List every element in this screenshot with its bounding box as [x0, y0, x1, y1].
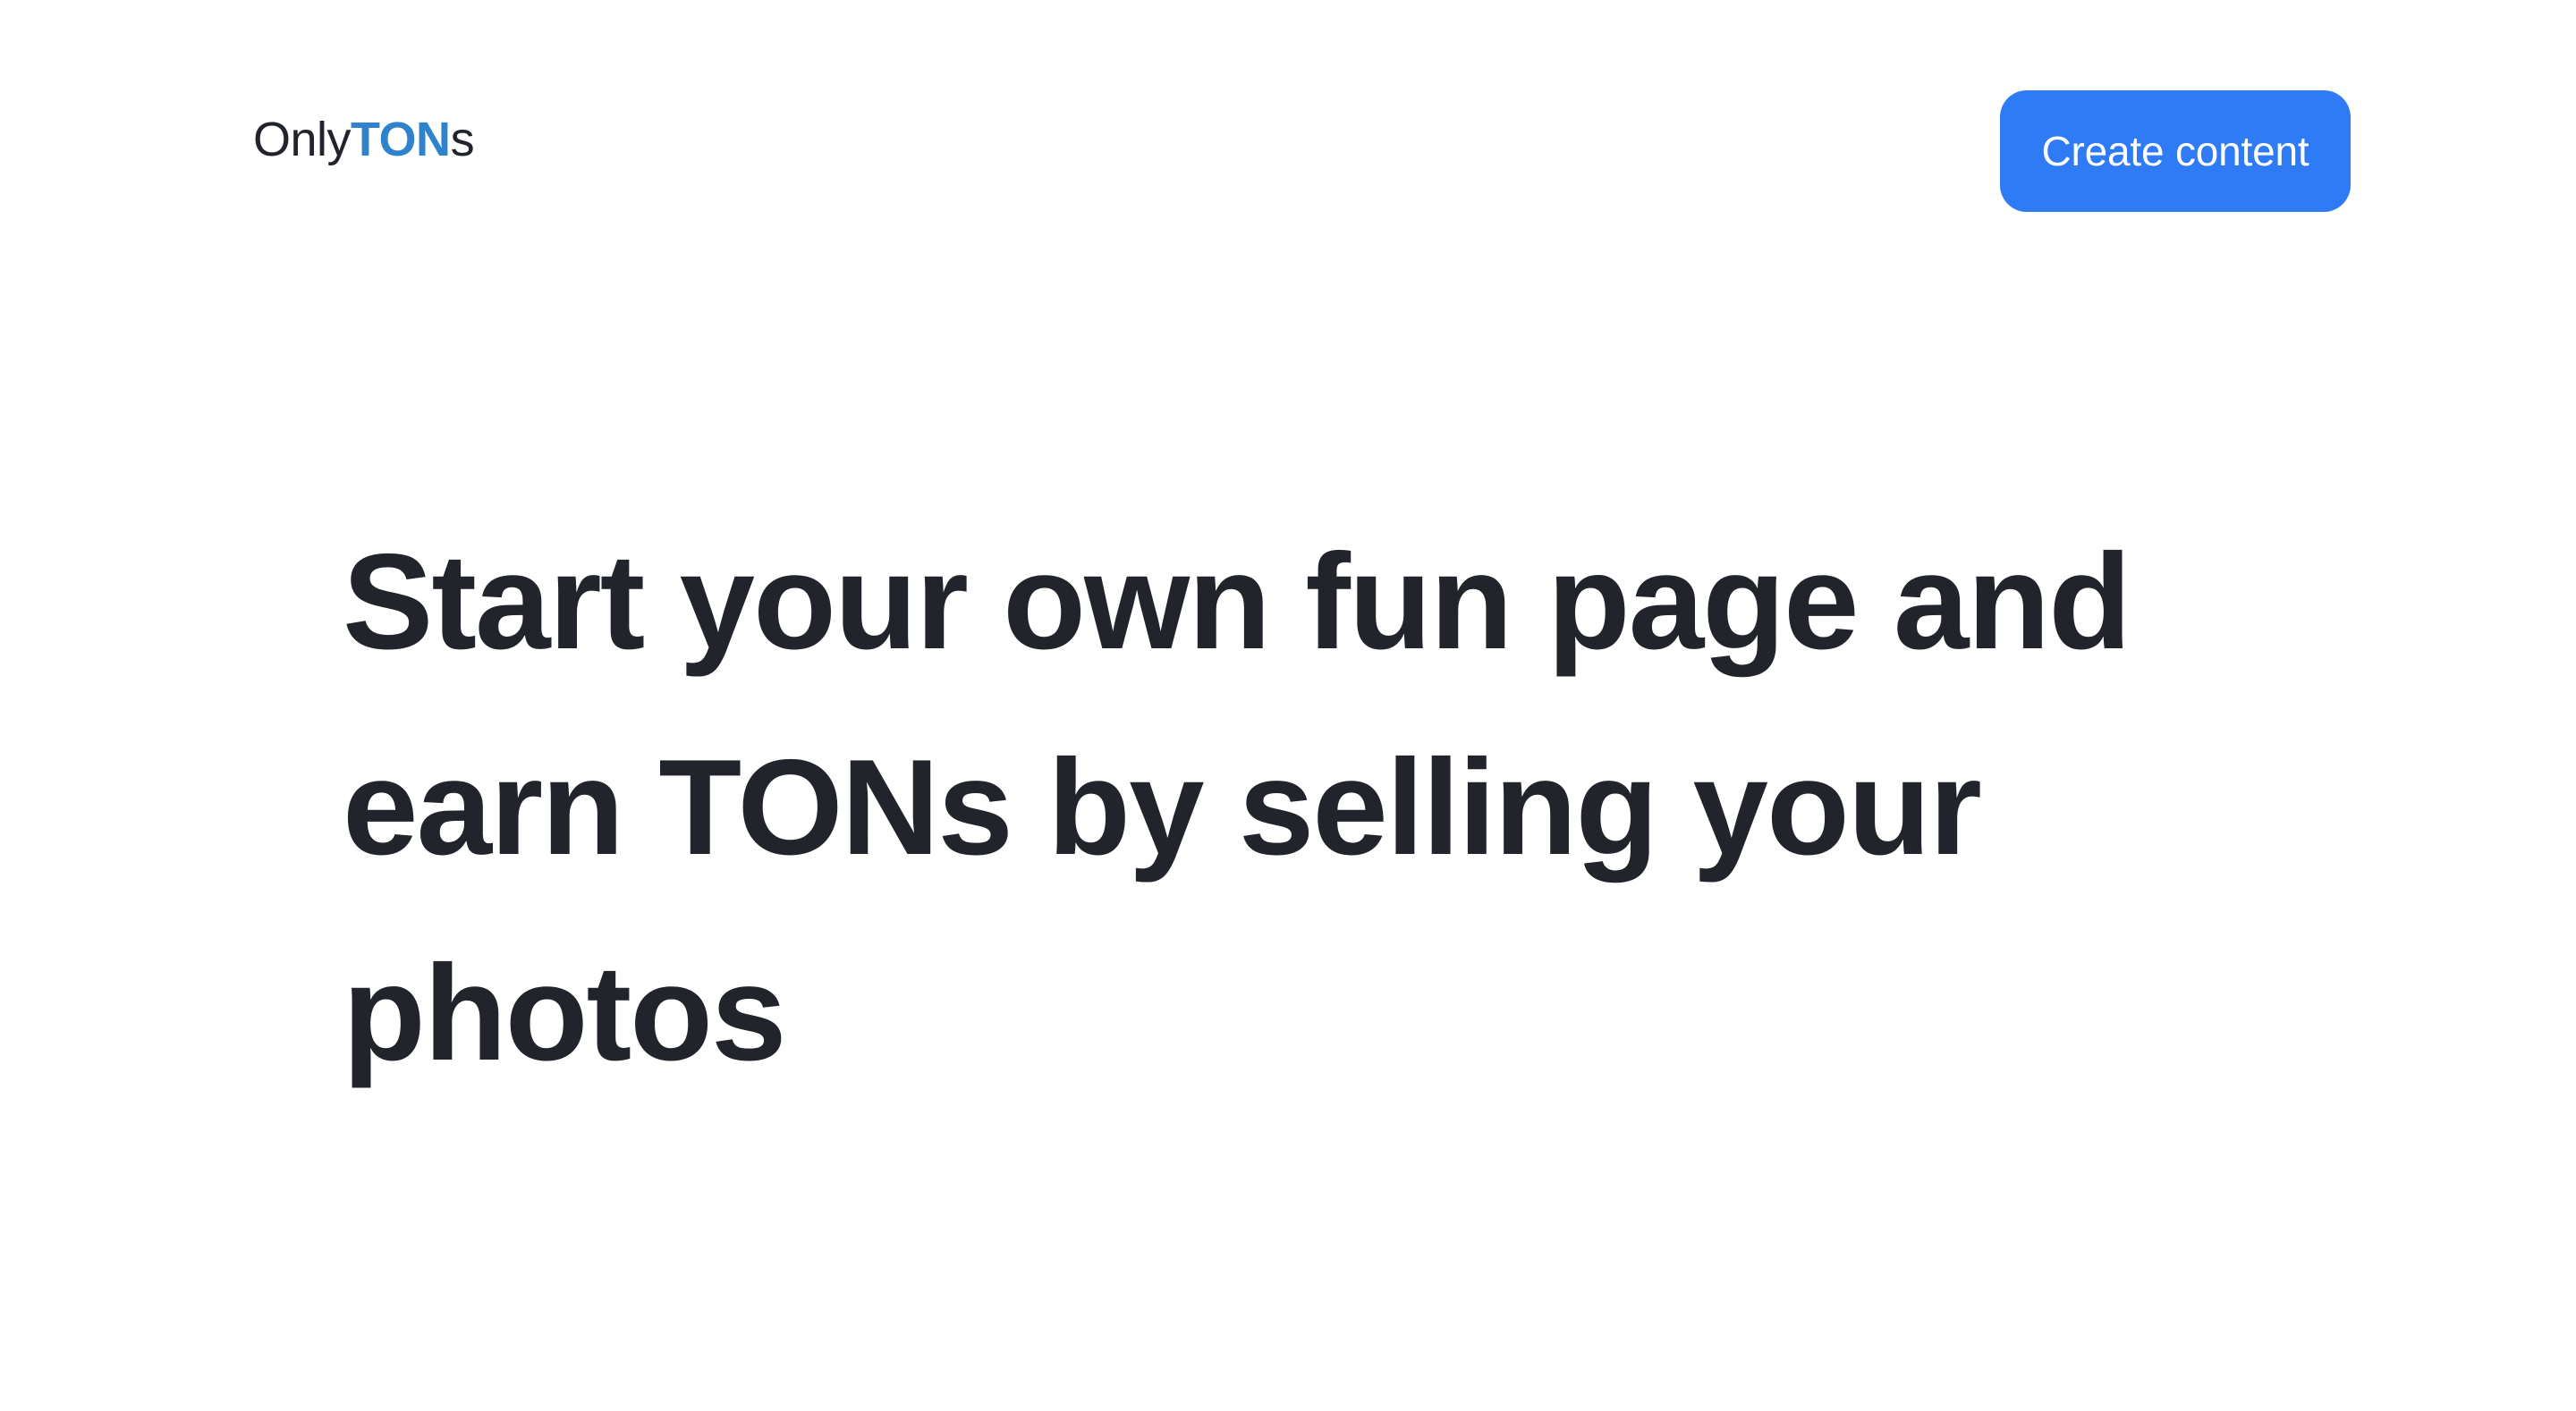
logo-suffix: s: [450, 113, 475, 166]
site-logo[interactable]: OnlyTONs: [253, 107, 475, 172]
logo-prefix: Only: [253, 113, 352, 166]
create-content-button[interactable]: Create content: [2000, 90, 2351, 212]
hero-title: Start your own fun page and earn TONs by…: [343, 526, 2131, 1089]
site-header: OnlyTONs Create content: [0, 0, 2576, 286]
logo-highlight: TON: [351, 113, 451, 166]
hero-section: Start your own fun page and earn TONs by…: [343, 499, 2185, 1116]
